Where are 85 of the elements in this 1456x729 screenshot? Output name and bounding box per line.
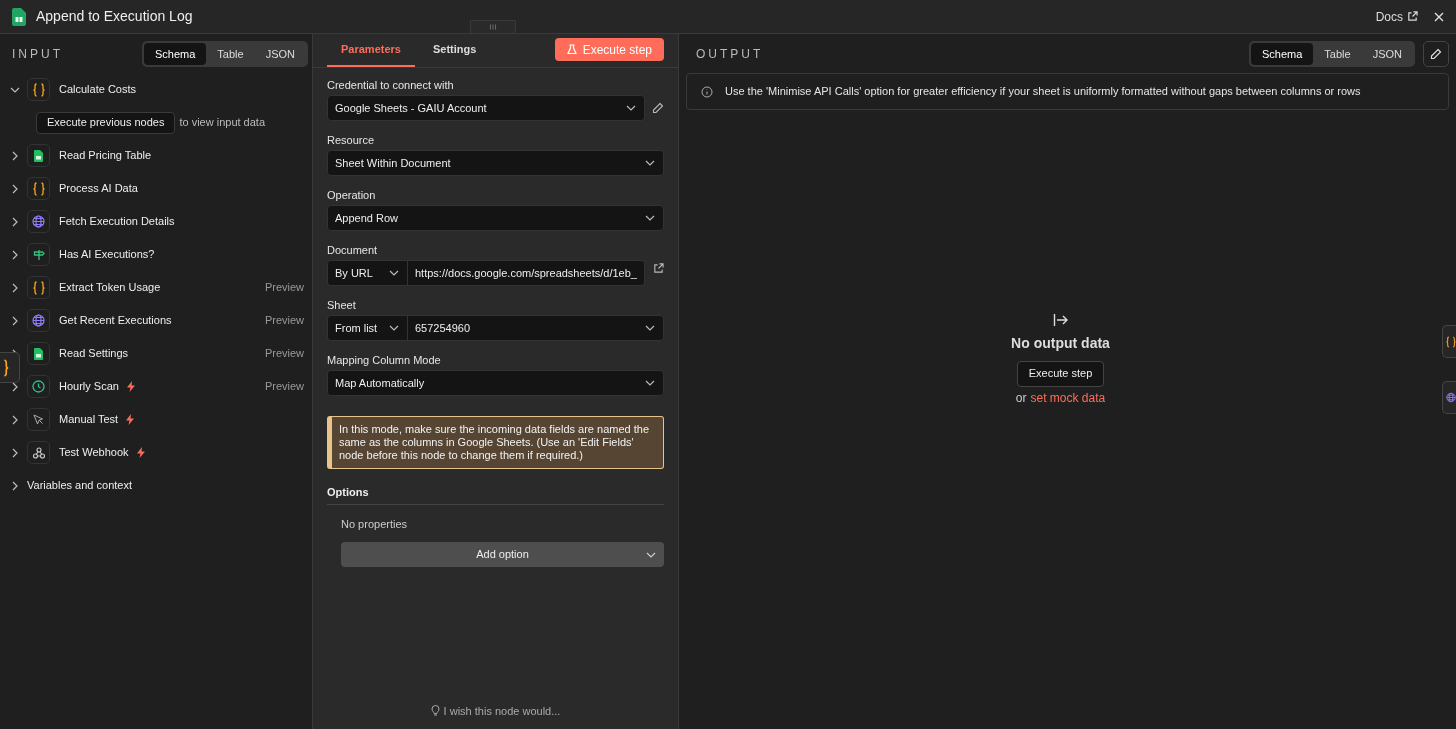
node-tab[interactable] — [1442, 325, 1456, 358]
preview-label[interactable]: Preview — [264, 279, 304, 296]
chevron-down-icon — [645, 160, 655, 166]
clock-icon — [32, 380, 45, 393]
node-name[interactable]: Read Pricing Table — [59, 147, 152, 164]
field-label: Sheet — [327, 298, 357, 312]
node-name[interactable]: Hourly Scan — [59, 378, 119, 395]
node-name[interactable]: Test Webhook — [59, 444, 129, 461]
execute-step-button[interactable]: Execute step — [1016, 360, 1105, 387]
info-icon — [701, 85, 713, 98]
or-text: or — [1015, 389, 1027, 407]
node-name[interactable]: Calculate Costs — [59, 81, 137, 98]
view-tab[interactable]: JSON — [254, 43, 306, 65]
braces-icon — [32, 82, 45, 97]
spreadsheet-icon — [34, 149, 43, 162]
field-label: Document — [327, 243, 379, 257]
lightbulb-icon — [430, 705, 440, 717]
preview-label[interactable]: Preview — [264, 378, 304, 395]
cursor-icon — [33, 414, 44, 425]
globe-icon — [32, 215, 45, 228]
hint-text: to view input data — [179, 115, 266, 131]
chevron-down-icon — [645, 215, 655, 221]
view-tab[interactable]: Table — [1313, 43, 1362, 65]
view-tab[interactable]: Schema — [1251, 43, 1314, 65]
view-tab[interactable]: Table — [206, 43, 255, 65]
chevron-down-icon — [645, 380, 655, 386]
node-name[interactable]: Get Recent Executions — [59, 312, 172, 329]
chevron-down-icon — [626, 105, 636, 111]
globe-icon — [1446, 391, 1456, 404]
docs-link[interactable]: Docs — [1375, 7, 1418, 26]
panel-heading: OUTPUT — [696, 46, 764, 63]
empty-text: No properties — [341, 516, 409, 532]
node-tab[interactable] — [0, 352, 20, 383]
node-name[interactable]: Process AI Data — [59, 180, 138, 197]
select-field[interactable]: Map Automatically — [327, 370, 664, 396]
braces-icon — [32, 181, 45, 196]
webhook-icon — [32, 446, 45, 459]
node-tab[interactable] — [1442, 381, 1456, 414]
external-link-icon[interactable] — [653, 263, 664, 274]
field-label: Resource — [327, 133, 376, 147]
braces-icon — [32, 280, 45, 295]
external-link-icon — [1407, 11, 1418, 22]
field-label: Credential to connect with — [327, 78, 455, 92]
edit-button[interactable] — [1423, 41, 1449, 67]
empty-state-title: No output data — [1011, 333, 1110, 353]
braces-icon — [1446, 334, 1456, 349]
node-name[interactable]: Has AI Executions? — [59, 246, 155, 263]
select-field[interactable]: Sheet Within Document — [327, 150, 664, 176]
panel-heading: INPUT — [12, 46, 63, 63]
tip-text: Use the 'Minimise API Calls' option for greater efficiency if your sheet is uniformly formatted without gaps between columns or rows — [725, 84, 1361, 100]
set-mock-data-link[interactable]: set mock data — [1030, 388, 1106, 407]
execute-previous-nodes-button[interactable]: Execute previous nodes — [36, 111, 176, 134]
notice-text: In this mode, make sure the incoming data fields are named the same as the columns in Google Sheets. (Use an 'Edit Fields' node before this node to change them if required.) — [327, 416, 664, 469]
spreadsheet-icon — [34, 347, 43, 360]
node-name[interactable]: Manual Test — [59, 411, 119, 428]
pencil-icon[interactable] — [652, 102, 664, 114]
select-field[interactable]: Google Sheets - GAIU Account — [327, 95, 645, 121]
node-name[interactable]: Fetch Execution Details — [59, 213, 175, 230]
signpost-icon — [32, 248, 45, 261]
pencil-icon — [1430, 48, 1442, 60]
select-field[interactable]: Append Row — [327, 205, 664, 231]
field-label: Mapping Column Mode — [327, 353, 442, 367]
preview-label[interactable]: Preview — [264, 345, 304, 362]
preview-label[interactable]: Preview — [264, 312, 304, 329]
node-name[interactable]: Extract Token Usage — [59, 279, 161, 296]
feedback-link[interactable]: I wish this node would... — [443, 702, 561, 720]
view-tab[interactable]: Schema — [144, 43, 207, 65]
globe-icon — [32, 314, 45, 327]
arrow-to-right-icon — [1052, 312, 1069, 327]
field-label: Operation — [327, 188, 377, 202]
brace-icon — [1, 358, 9, 377]
chevron-right-icon — [12, 480, 18, 491]
view-tab[interactable]: JSON — [1361, 43, 1413, 65]
panel-tab[interactable]: Settings — [418, 33, 491, 67]
panel-tab[interactable]: Parameters — [327, 33, 415, 67]
add-option-button[interactable]: Add option — [341, 542, 664, 567]
flask-icon — [566, 44, 577, 55]
chevron-down-icon — [646, 552, 656, 558]
spreadsheet-icon — [12, 7, 26, 26]
section-heading: Options — [327, 484, 664, 505]
node-name[interactable]: Read Settings — [59, 345, 129, 362]
drag-handle-icon[interactable] — [470, 20, 516, 34]
variables-item[interactable]: Variables and context — [27, 477, 132, 494]
window-title: Append to Execution Log — [36, 7, 193, 26]
close-icon[interactable] — [1434, 11, 1444, 22]
